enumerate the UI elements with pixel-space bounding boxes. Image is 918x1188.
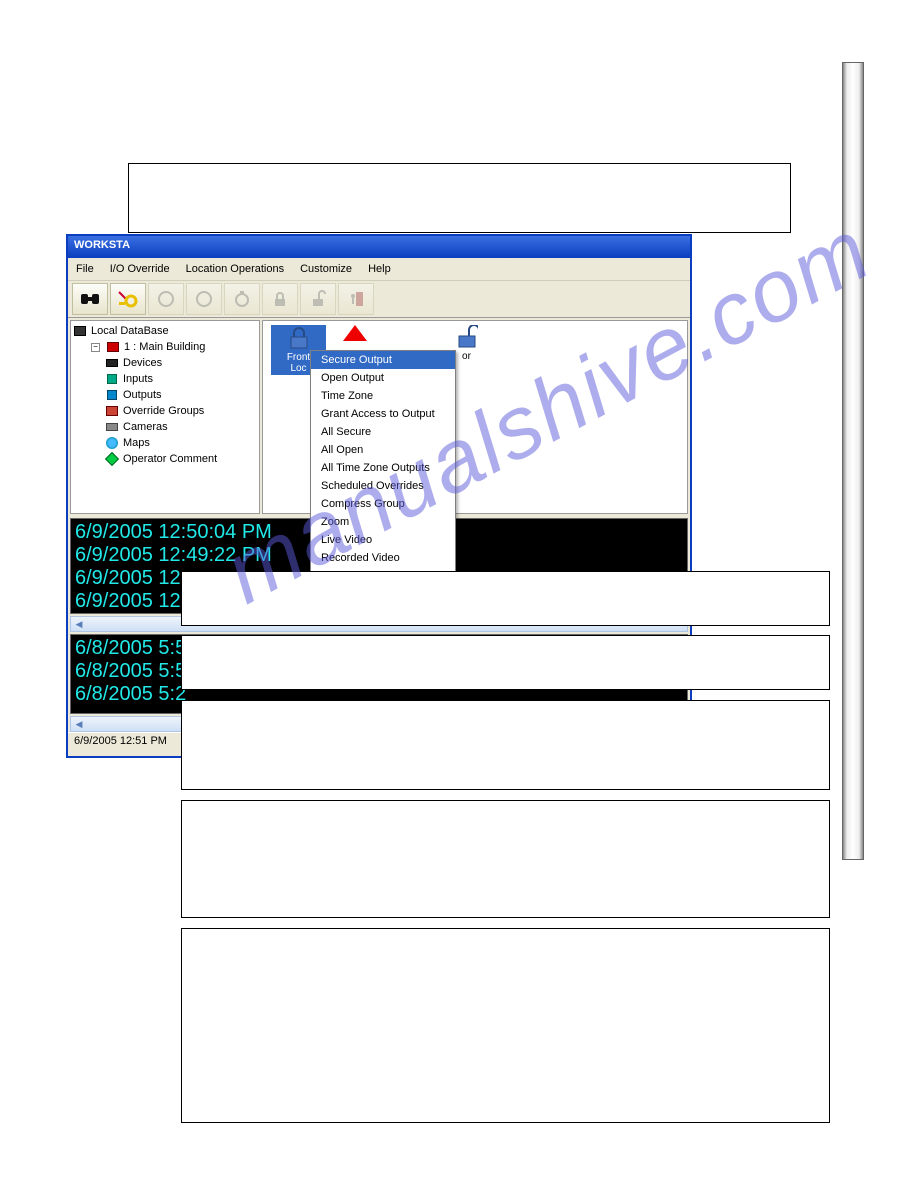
- tree-item-label: Cameras: [123, 421, 168, 433]
- menu-item-compress-group[interactable]: Compress Group: [311, 495, 455, 513]
- red-triangle-icon: [343, 325, 367, 341]
- tree-devices[interactable]: Devices: [71, 355, 259, 371]
- tree-panel: Local DataBase − 1 : Main Building Devic…: [70, 320, 260, 514]
- cameras-icon: [106, 423, 118, 431]
- menu-item-zoom[interactable]: Zoom: [311, 513, 455, 531]
- menu-item-all-tz-outputs[interactable]: All Time Zone Outputs: [311, 459, 455, 477]
- tree-override-groups[interactable]: Override Groups: [71, 403, 259, 419]
- outputs-icon: [107, 390, 117, 400]
- menu-help[interactable]: Help: [360, 261, 399, 277]
- menu-customize[interactable]: Customize: [292, 261, 360, 277]
- toolbar: [68, 281, 690, 318]
- padlock-closed-icon: [288, 326, 310, 350]
- tree-building[interactable]: − 1 : Main Building: [71, 339, 259, 355]
- menu-io-override[interactable]: I/O Override: [102, 261, 178, 277]
- tree-cameras[interactable]: Cameras: [71, 419, 259, 435]
- lock-closed-icon: [271, 290, 289, 308]
- clock-icon: [157, 290, 175, 308]
- toolbar-binoculars-button[interactable]: [72, 283, 108, 315]
- operator-comment-icon: [105, 452, 119, 466]
- menu-item-all-secure[interactable]: All Secure: [311, 423, 455, 441]
- toolbar-button-5[interactable]: [224, 283, 260, 315]
- window-titlebar[interactable]: WORKSTA: [68, 236, 690, 258]
- door-label-line2: Loc: [290, 363, 306, 374]
- menu-file[interactable]: File: [68, 261, 102, 277]
- toolbar-key-button[interactable]: [110, 283, 146, 315]
- building-icon: [107, 342, 119, 352]
- tree-root[interactable]: Local DataBase: [71, 323, 259, 339]
- toolbar-button-6[interactable]: [262, 283, 298, 315]
- scroll-left-icon[interactable]: ◀: [71, 617, 87, 631]
- door-label-line1: Front: [287, 352, 310, 363]
- binoculars-icon: [80, 290, 100, 308]
- menu-item-open-output[interactable]: Open Output: [311, 369, 455, 387]
- padlock-open-icon: [456, 325, 478, 349]
- menu-item-live-video[interactable]: Live Video: [311, 531, 455, 549]
- doc-callout-box-2: [181, 571, 830, 626]
- toolbar-button-7[interactable]: [300, 283, 336, 315]
- menu-item-scheduled-overrides[interactable]: Scheduled Overrides: [311, 477, 455, 495]
- door-exit-icon: [347, 290, 365, 308]
- tree-outputs[interactable]: Outputs: [71, 387, 259, 403]
- toolbar-button-4[interactable]: [186, 283, 222, 315]
- toolbar-button-8[interactable]: [338, 283, 374, 315]
- tree-root-label: Local DataBase: [91, 325, 169, 337]
- devices-icon: [106, 359, 118, 367]
- database-icon: [74, 326, 86, 336]
- menu-location-operations[interactable]: Location Operations: [178, 261, 292, 277]
- doc-callout-box-5: [181, 800, 830, 918]
- tree-item-label: Devices: [123, 357, 162, 369]
- status-datetime: 6/9/2005 12:51 PM: [74, 735, 167, 747]
- tree-operator-comment[interactable]: Operator Comment: [71, 451, 259, 467]
- menu-item-secure-output[interactable]: Secure Output: [311, 351, 455, 369]
- window-title: WORKSTA: [74, 239, 130, 251]
- scroll-left-icon[interactable]: ◀: [71, 717, 87, 731]
- door-label-fragment: or: [462, 351, 471, 362]
- menu-item-time-zone[interactable]: Time Zone: [311, 387, 455, 405]
- lock-open-icon: [309, 290, 327, 308]
- doc-callout-box-1: [128, 163, 791, 233]
- key-icon: [117, 290, 139, 308]
- stopwatch-icon: [233, 290, 251, 308]
- menu-item-grant-access[interactable]: Grant Access to Output: [311, 405, 455, 423]
- menu-item-all-open[interactable]: All Open: [311, 441, 455, 459]
- tree-inputs[interactable]: Inputs: [71, 371, 259, 387]
- maps-icon: [106, 437, 118, 449]
- clock-add-icon: [195, 290, 213, 308]
- alarm-indicator: [343, 325, 367, 341]
- tree-item-label: Override Groups: [123, 405, 204, 417]
- tree-item-label: Maps: [123, 437, 150, 449]
- tree-building-label: 1 : Main Building: [124, 341, 205, 353]
- doc-callout-box-4: [181, 700, 830, 790]
- context-menu: Secure Output Open Output Time Zone Gran…: [310, 350, 456, 586]
- tree-item-label: Operator Comment: [123, 453, 217, 465]
- toolbar-button-3[interactable]: [148, 283, 184, 315]
- menubar: File I/O Override Location Operations Cu…: [68, 258, 690, 281]
- menu-item-recorded-video[interactable]: Recorded Video: [311, 549, 455, 567]
- page-side-gradient: [842, 62, 864, 860]
- doc-callout-box-3: [181, 635, 830, 690]
- tree-maps[interactable]: Maps: [71, 435, 259, 451]
- doc-callout-box-6: [181, 928, 830, 1123]
- override-groups-icon: [106, 406, 118, 416]
- tree-item-label: Inputs: [123, 373, 153, 385]
- tree-item-label: Outputs: [123, 389, 162, 401]
- inputs-icon: [107, 374, 117, 384]
- expander-icon[interactable]: −: [91, 343, 100, 352]
